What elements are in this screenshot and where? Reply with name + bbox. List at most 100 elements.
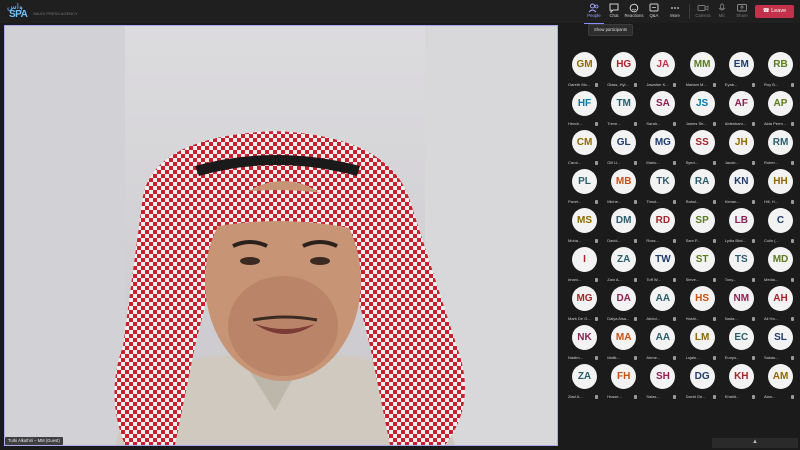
participant-tile[interactable]: DM David... [603, 208, 641, 248]
participant-tile[interactable]: TS Tony... [721, 247, 759, 287]
mic-muted-icon [673, 122, 677, 126]
participant-avatar: SP [689, 208, 715, 233]
participant-tile[interactable]: C Colin (... [760, 208, 798, 248]
participant-avatar: DA [611, 286, 637, 311]
participant-name: Hashi... [685, 316, 700, 321]
share-button[interactable]: Share [729, 2, 755, 22]
participant-tile[interactable]: TM Treve... [603, 91, 641, 131]
participant-tile[interactable]: HS Hashi... [682, 286, 720, 326]
participant-tile[interactable]: GM Gareth Mo... [564, 52, 602, 92]
participant-tile[interactable]: AH Ali Ha... [760, 286, 798, 326]
more-button[interactable]: More [662, 2, 688, 22]
participant-name: Ross... [646, 238, 659, 243]
mic-muted-icon [712, 161, 716, 165]
mic-muted-icon [712, 200, 716, 204]
participant-tile[interactable]: HH Hill, H... [760, 169, 798, 209]
participant-tile[interactable]: MD Media... [760, 247, 798, 287]
participant-tile[interactable]: DG David Ge... [682, 364, 720, 404]
reactions-icon [629, 3, 639, 13]
participant-tile[interactable]: LM Lujain... [682, 325, 720, 365]
participant-tile[interactable]: GL Gill Li... [603, 130, 641, 170]
participant-name: Alda Perm... [764, 121, 787, 126]
participant-tile[interactable]: AM Alan... [760, 364, 798, 404]
participant-tile[interactable]: KH Khalid... [721, 364, 759, 404]
mic-muted-icon [595, 395, 598, 399]
people-icon [588, 3, 599, 13]
participant-tile[interactable]: RA Rahul... [682, 169, 720, 209]
participant-name: Miche... [607, 199, 622, 204]
mic-muted-icon [673, 395, 677, 399]
chat-icon [609, 3, 619, 13]
mic-muted-icon [595, 278, 598, 282]
participant-tile[interactable]: AA Abdul... [642, 286, 680, 326]
participant-avatar: MB [611, 169, 637, 194]
participant-tile[interactable]: HG Glass, Hyl... [603, 52, 641, 92]
participant-tile[interactable]: NK Nadim... [564, 325, 602, 365]
participant-avatar: FH [611, 364, 637, 389]
more-icon [671, 7, 679, 9]
participant-tile[interactable]: ZA Zain A... [603, 247, 641, 287]
participant-name: Ali Ha... [764, 316, 779, 321]
participant-tile[interactable]: HF Hendr... [564, 91, 602, 131]
participant-name: Nada... [724, 316, 738, 321]
participant-tile[interactable]: MA Malik... [603, 325, 641, 365]
participant-tile[interactable]: DA Dalya Alsa... [603, 286, 641, 326]
participant-tile[interactable]: RM Rober... [760, 130, 798, 170]
participant-tile[interactable]: AP Alda Perm... [760, 91, 798, 131]
participant-tile[interactable]: MB Miche... [603, 169, 641, 209]
mic-muted-icon [595, 122, 598, 126]
participant-tile[interactable]: I Imani... [564, 247, 602, 287]
mic-muted-icon [634, 317, 638, 321]
participant-tile[interactable]: MG Mario... [642, 130, 680, 170]
mic-muted-icon [751, 356, 755, 360]
participant-avatar: ZA [611, 247, 637, 272]
participant-tile[interactable]: FH Husse... [603, 364, 641, 404]
camera-off-icon [697, 5, 709, 11]
participant-tile[interactable]: JH Jacob... [721, 130, 759, 170]
participant-tile[interactable]: EC Eunyo... [721, 325, 759, 365]
participant-tile[interactable]: ZA Ziad A... [564, 364, 602, 404]
participant-tile[interactable]: MG Mark De G... [564, 286, 602, 326]
mic-muted-icon [673, 200, 677, 204]
participant-tile[interactable]: ST Steve... [682, 247, 720, 287]
leave-button[interactable]: ☎ Leave [755, 5, 794, 18]
participant-tile[interactable]: RD Ross... [642, 208, 680, 248]
participant-tile[interactable]: TW Toff W... [642, 247, 680, 287]
participant-tile[interactable]: SL Sakas... [760, 325, 798, 365]
participant-avatar: KH [728, 364, 754, 389]
participant-avatar: HH [768, 169, 793, 194]
participant-tile[interactable]: SS Syed... [682, 130, 720, 170]
participant-avatar: TM [611, 91, 637, 116]
participant-tile[interactable]: KN Kieran... [721, 169, 759, 209]
participant-tile[interactable]: MM Mariam M... [682, 52, 720, 92]
participant-avatar: I [572, 247, 597, 272]
participant-tile[interactable]: AA Ahme... [642, 325, 680, 365]
participant-tile[interactable]: NM Nada... [721, 286, 759, 326]
participant-tile[interactable]: EM Eyab... [721, 52, 759, 92]
participant-tile[interactable]: SA Sarah... [642, 91, 680, 131]
participant-avatar: TW [650, 247, 676, 272]
participant-avatar: NM [728, 286, 754, 311]
participant-name: Gill Li... [607, 160, 621, 165]
participant-tile[interactable]: SH Salas... [642, 364, 680, 404]
grid-scroll-button[interactable]: ▲ [712, 438, 798, 448]
participant-tile[interactable]: LB Lydia Bird... [721, 208, 759, 248]
participant-name: Kieran... [724, 199, 740, 204]
participant-tile[interactable]: SP Sam P... [682, 208, 720, 248]
participant-avatar: TS [728, 247, 754, 272]
participant-name: Mario... [646, 160, 660, 165]
participant-name: Toff W... [646, 277, 661, 282]
participant-tile[interactable]: TK Timot... [642, 169, 680, 209]
participant-avatar: AA [650, 286, 676, 311]
participant-tile[interactable]: MS Moha... [564, 208, 602, 248]
participant-tile[interactable]: AF Abtesham... [721, 91, 759, 131]
participant-tile[interactable]: CM Carol... [564, 130, 602, 170]
logo-english-text: SPA [9, 9, 28, 20]
mic-muted-icon [712, 122, 716, 126]
mic-muted-icon [634, 278, 638, 282]
participant-tile[interactable]: JA Jawaher K... [642, 52, 680, 92]
participant-tile[interactable]: RB Roy B... [760, 52, 798, 92]
participant-tile[interactable]: PL Pavel... [564, 169, 602, 209]
participant-name: Mariam M... [685, 82, 707, 87]
participant-tile[interactable]: JS James Sh... [682, 91, 720, 131]
